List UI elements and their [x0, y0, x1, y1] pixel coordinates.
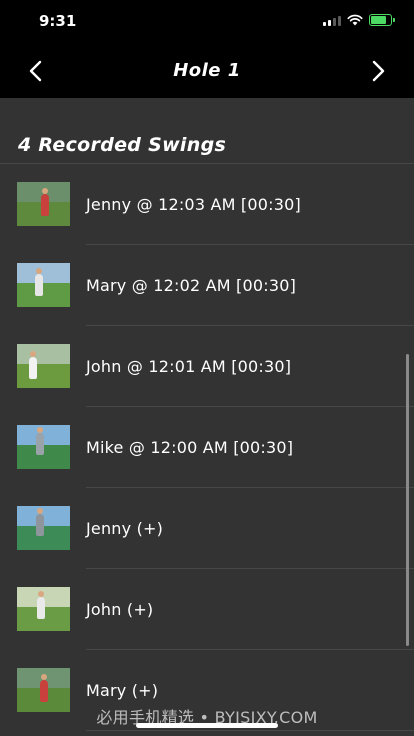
- swing-thumbnail: [17, 425, 70, 469]
- swing-row[interactable]: Mike @ 12:00 AM [00:30]: [0, 407, 414, 488]
- swing-thumbnail: [17, 182, 70, 226]
- swing-row[interactable]: John (+): [0, 569, 414, 650]
- page-title: Hole 1: [173, 60, 241, 81]
- battery-fill: [371, 16, 387, 24]
- battery-icon: [369, 14, 395, 26]
- swing-thumbnail: [17, 344, 70, 388]
- wifi-icon: [347, 14, 363, 26]
- home-indicator[interactable]: [136, 723, 278, 728]
- status-time: 9:31: [39, 12, 77, 30]
- swing-label: Jenny @ 12:03 AM [00:30]: [86, 195, 301, 214]
- swing-label: Mike @ 12:00 AM [00:30]: [86, 438, 294, 457]
- forward-button[interactable]: [364, 56, 394, 86]
- swing-label: Jenny (+): [86, 519, 164, 538]
- swing-label: John (+): [86, 600, 154, 619]
- section-title: 4 Recorded Swings: [18, 134, 227, 156]
- swing-label: John @ 12:01 AM [00:30]: [86, 357, 292, 376]
- swing-label: Mary (+): [86, 681, 159, 700]
- swing-thumbnail: [17, 587, 70, 631]
- swing-thumbnail: [17, 506, 70, 550]
- nav-bar: Hole 1: [0, 44, 414, 98]
- chevron-right-icon: [372, 60, 385, 82]
- swing-list[interactable]: Jenny @ 12:03 AM [00:30] Mary @ 12:02 AM …: [0, 163, 414, 731]
- cellular-signal-icon: [323, 15, 341, 26]
- row-separator: [86, 730, 414, 731]
- swing-row[interactable]: Mary @ 12:02 AM [00:30]: [0, 245, 414, 326]
- scrollbar[interactable]: [406, 354, 409, 646]
- swing-row[interactable]: Jenny @ 12:03 AM [00:30]: [0, 164, 414, 245]
- swing-row[interactable]: Jenny (+): [0, 488, 414, 569]
- section-header: 4 Recorded Swings: [0, 98, 414, 163]
- swing-label: Mary @ 12:02 AM [00:30]: [86, 276, 297, 295]
- swing-row[interactable]: John @ 12:01 AM [00:30]: [0, 326, 414, 407]
- status-bar: 9:31: [0, 0, 414, 44]
- status-icons: [323, 13, 395, 27]
- swing-thumbnail: [17, 263, 70, 307]
